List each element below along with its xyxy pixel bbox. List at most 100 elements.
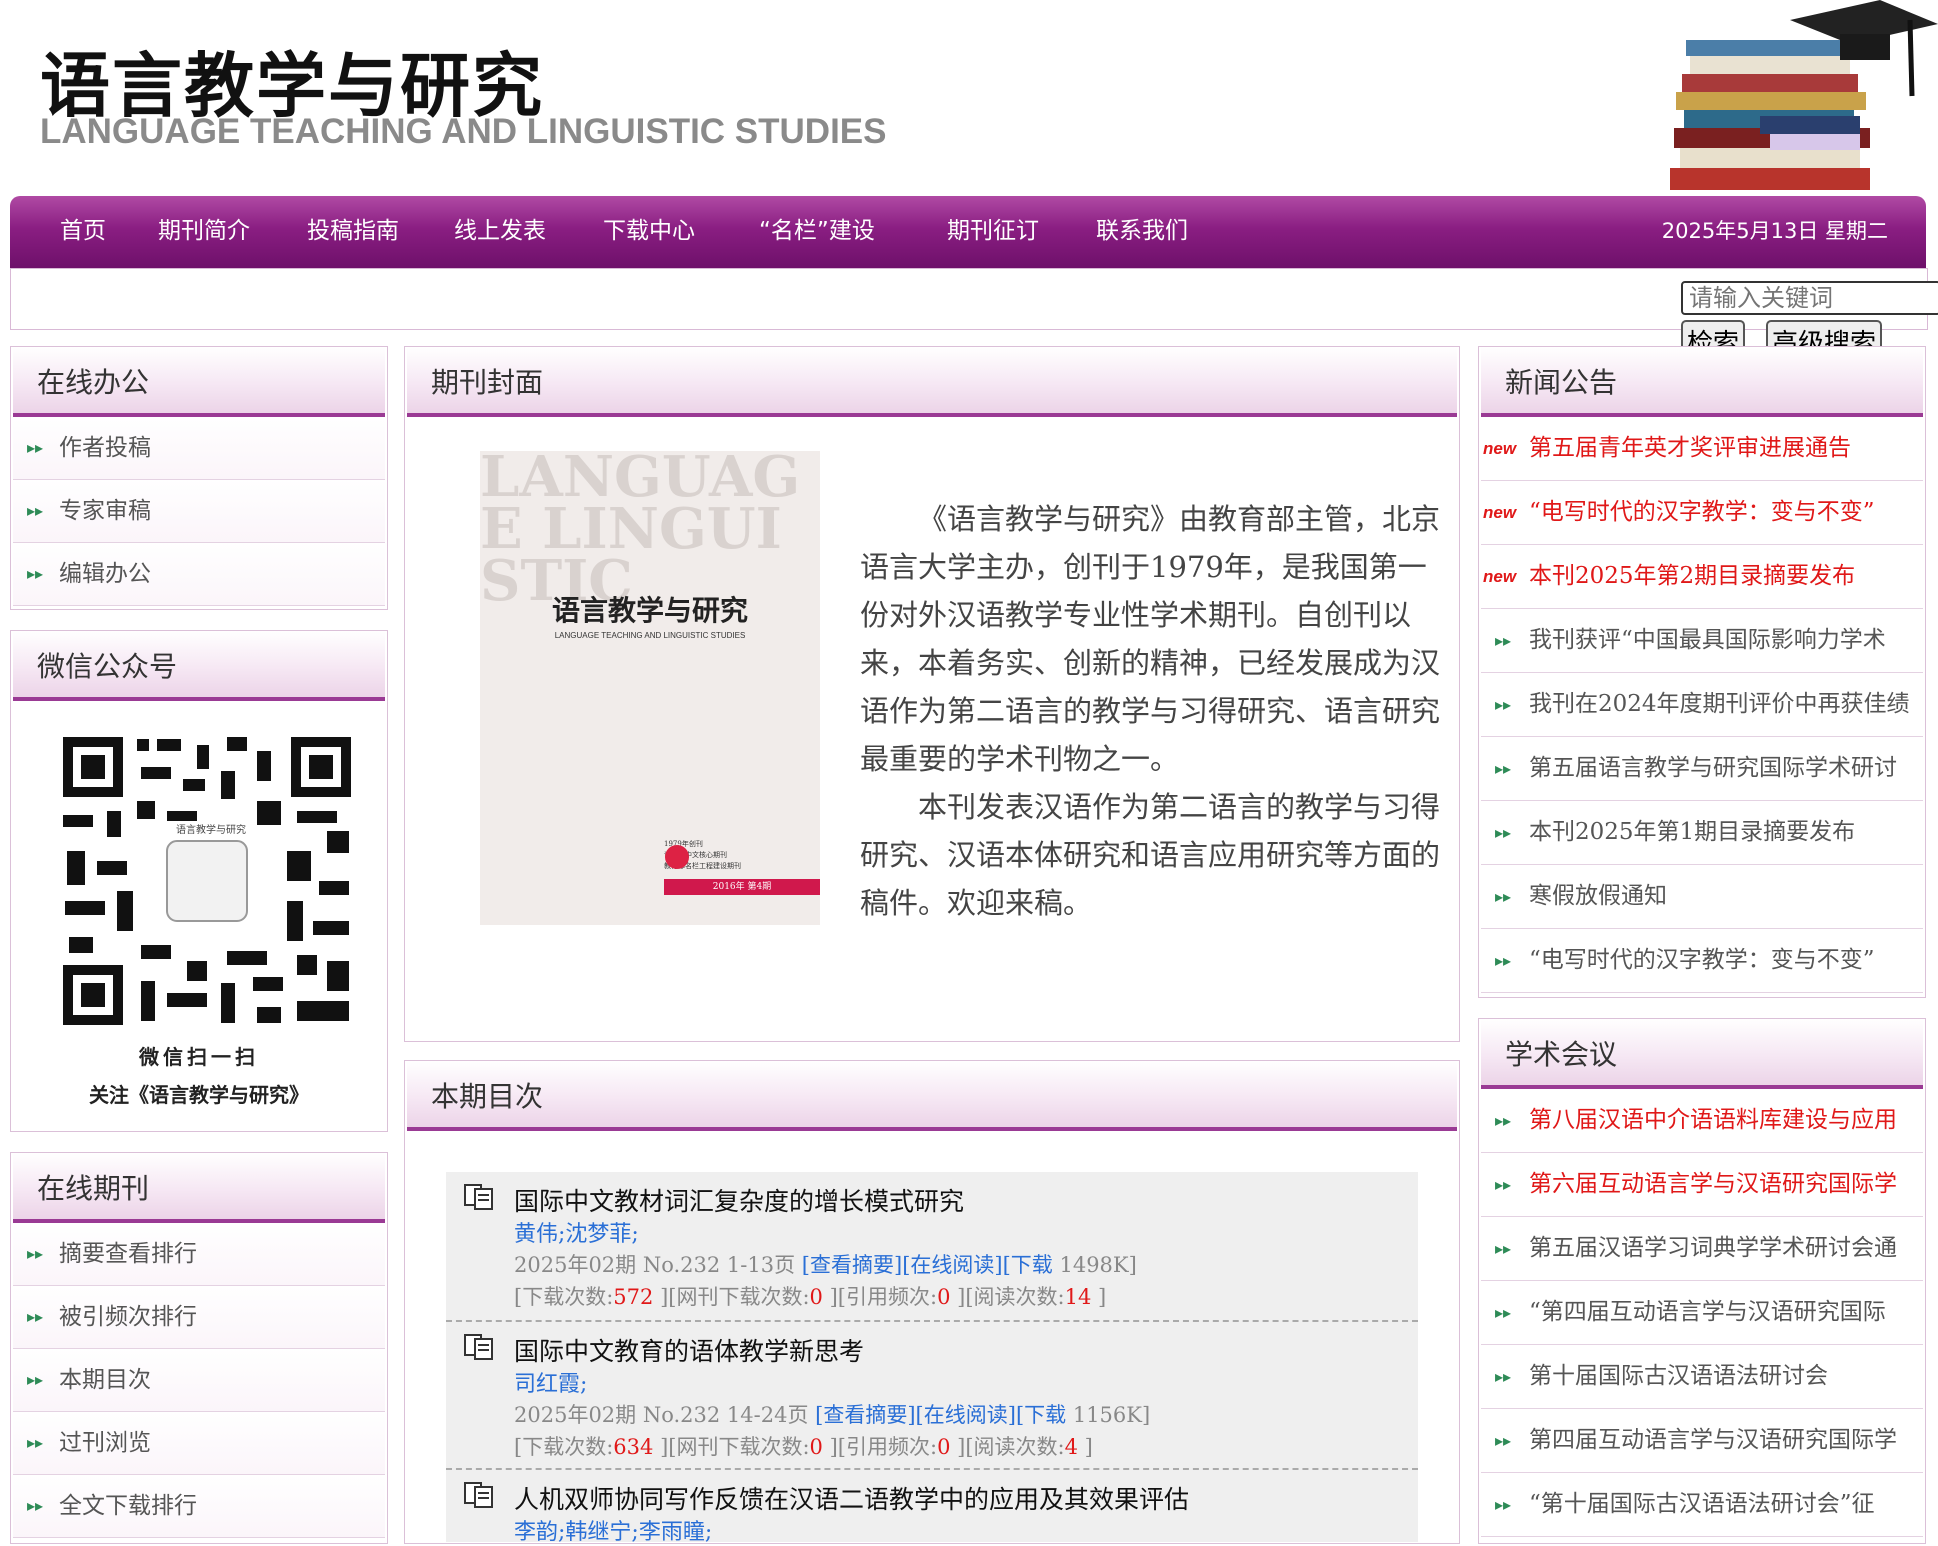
toc-entry: 国际中文教育的语体教学新思考 司红霞; 2025年02期 No.232 14-2… [446, 1322, 1418, 1470]
news-item-label: 第五届青年英才奖评审进展通告 [1529, 435, 1851, 461]
stat-label: ][阅读次数: [957, 1435, 1065, 1459]
editor-office-link[interactable]: ▸▸ 编辑办公 [13, 543, 385, 606]
double-arrow-icon: ▸▸ [27, 1307, 44, 1326]
toc-entry: 国际中文教材词汇复杂度的增长模式研究 黄伟;沈梦菲; 2025年02期 No.2… [446, 1172, 1418, 1322]
double-arrow-icon: ▸▸ [27, 1244, 44, 1263]
news-item-label: 本刊2025年第2期目录摘要发布 [1529, 563, 1856, 589]
wechat-panel: 微信公众号 语言教学与研究 微信扫一扫 关注《语言教学与研究》 [10, 630, 388, 1132]
nav-submission-guide[interactable]: 投稿指南 [307, 196, 399, 268]
journal-cover-panel: 期刊封面 LANGUAGE LINGUISTIC 语言教学与研究 LANGUAG… [404, 346, 1460, 1042]
nav-famous-column[interactable]: “名栏”建设 [759, 196, 875, 268]
conference-item-label: 第四届互动语言学与汉语研究国际学 [1529, 1427, 1897, 1453]
conference-panel: 学术会议 ▸▸ 第八届汉语中介语语料库建设与应用 ▸▸ 第六届互动语言学与汉语研究国… [1478, 1018, 1926, 1544]
read-online-link[interactable]: [在线阅读] [902, 1253, 1002, 1277]
nav-subscription[interactable]: 期刊征订 [947, 196, 1039, 268]
news-item[interactable]: ▸▸ 寒假放假通知 [1481, 865, 1923, 929]
stat-label: ][网刊下载次数: [660, 1285, 810, 1309]
stat-label: ][引用频次: [829, 1285, 938, 1309]
conference-item[interactable]: ▸▸ 第八届汉语中介语语料库建设与应用 [1481, 1089, 1923, 1153]
conference-item-label: 第八届汉语中介语语料库建设与应用 [1529, 1107, 1897, 1133]
new-badge: new [1483, 439, 1517, 458]
conference-item[interactable]: ▸▸ 第六届互动语言学与汉语研究国际学 [1481, 1153, 1923, 1217]
toc-entry: 人机双师协同写作反馈在汉语二语教学中的应用及其效果评估 李韵;韩继宁;李雨瞳; [446, 1470, 1418, 1545]
nav-contact[interactable]: 联系我们 [1096, 196, 1188, 268]
article-title[interactable]: 人机双师协同写作反馈在汉语二语教学中的应用及其效果评估 [514, 1480, 1189, 1516]
news-item-label: 我刊获评“中国最具国际影响力学术 [1529, 627, 1886, 653]
double-arrow-icon: ▸▸ [1495, 887, 1512, 906]
qr-center-label: 语言教学与研究 [176, 825, 246, 836]
current-issue-link[interactable]: ▸▸ 本期目次 [13, 1349, 385, 1412]
news-item[interactable]: new 第五届青年英才奖评审进展通告 [1481, 417, 1923, 481]
news-item-label: 第五届语言教学与研究国际学术研讨 [1529, 755, 1897, 781]
conference-item-label: “第十届国际古汉语语法研讨会”征 [1529, 1491, 1875, 1517]
toc-title: 本期目次 [407, 1061, 1457, 1131]
stat-label: ][网刊下载次数: [660, 1435, 810, 1459]
stat-label: ][引用频次: [829, 1435, 938, 1459]
conference-item[interactable]: ▸▸ 第十届国际古汉语语法研讨会 [1481, 1345, 1923, 1409]
new-badge: new [1483, 503, 1517, 522]
news-item[interactable]: new “电写时代的汉字教学：变与不变” [1481, 481, 1923, 545]
news-item[interactable]: ▸▸ 我刊获评“中国最具国际影响力学术 [1481, 609, 1923, 673]
nav-home[interactable]: 首页 [60, 196, 106, 268]
nav-online-publish[interactable]: 线上发表 [454, 196, 546, 268]
news-item[interactable]: ▸▸ “电写时代的汉字教学：变与不变” [1481, 929, 1923, 993]
article-stats: [下载次数:572 ][网刊下载次数:0 ][引用频次:0 ][阅读次数:14 … [514, 1281, 1106, 1311]
main-nav: 首页 期刊简介 投稿指南 线上发表 下载中心 “名栏”建设 期刊征订 联系我们 … [10, 196, 1926, 268]
conference-item[interactable]: ▸▸ 第五届汉语学习词典学学术研讨会通 [1481, 1217, 1923, 1281]
article-title[interactable]: 国际中文教材词汇复杂度的增长模式研究 [514, 1182, 964, 1218]
news-item[interactable]: ▸▸ 我刊在2024年度期刊评价中再获佳绩 [1481, 673, 1923, 737]
download-link[interactable]: [下载 [1016, 1403, 1066, 1427]
stat-label: ][阅读次数: [957, 1285, 1065, 1309]
article-authors[interactable]: 黄伟;沈梦菲; [514, 1216, 639, 1248]
expert-review-link[interactable]: ▸▸ 专家审稿 [13, 480, 385, 543]
current-date: 2025年5月13日 星期二 [1661, 219, 1888, 243]
download-link[interactable]: [下载 [1003, 1253, 1053, 1277]
conference-item-label: 第五届汉语学习词典学学术研讨会通 [1529, 1235, 1897, 1261]
download-count: 634 [613, 1435, 654, 1459]
view-abstract-link[interactable]: [查看摘要] [815, 1403, 915, 1427]
news-item[interactable]: ▸▸ 本刊2025年第1期目录摘要发布 [1481, 801, 1923, 865]
document-icon [464, 1482, 493, 1508]
double-arrow-icon: ▸▸ [27, 564, 44, 583]
side-item-label: 摘要查看排行 [59, 1241, 197, 1267]
double-arrow-icon: ▸▸ [1495, 1495, 1512, 1514]
download-ranking-link[interactable]: ▸▸ 全文下载排行 [13, 1475, 385, 1538]
read-online-link[interactable]: [在线阅读] [916, 1403, 1016, 1427]
document-icon [464, 1334, 493, 1360]
article-authors[interactable]: 李韵;韩继宁;李雨瞳; [514, 1514, 712, 1546]
stat-label: [下载次数: [514, 1435, 614, 1459]
search-input[interactable] [1681, 281, 1938, 315]
conference-item[interactable]: ▸▸ “第十届国际古汉语语法研讨会”征 [1481, 1473, 1923, 1537]
download-count: 572 [613, 1285, 654, 1309]
net-download-count: 0 [809, 1435, 823, 1459]
news-item-label: “电写时代的汉字教学：变与不变” [1529, 947, 1875, 973]
online-journal-panel: 在线期刊 ▸▸ 摘要查看排行 ▸▸ 被引频次排行 ▸▸ 本期目次 ▸▸ 过刊浏览 ▸▸ 全… [10, 1152, 388, 1544]
double-arrow-icon: ▸▸ [1495, 823, 1512, 842]
past-issues-link[interactable]: ▸▸ 过刊浏览 [13, 1412, 385, 1475]
article-issue: 2025年02期 No.232 1-13页 [514, 1253, 796, 1277]
double-arrow-icon: ▸▸ [27, 501, 44, 520]
article-issue: 2025年02期 No.232 14-24页 [514, 1403, 809, 1427]
nav-download-center[interactable]: 下载中心 [603, 196, 695, 268]
news-title: 新闻公告 [1481, 347, 1923, 417]
article-authors[interactable]: 司红霞; [514, 1366, 587, 1398]
news-item-label: “电写时代的汉字教学：变与不变” [1529, 499, 1875, 525]
article-title[interactable]: 国际中文教育的语体教学新思考 [514, 1332, 864, 1368]
wechat-title: 微信公众号 [13, 631, 385, 701]
news-item[interactable]: new 本刊2025年第2期目录摘要发布 [1481, 545, 1923, 609]
abstract-ranking-link[interactable]: ▸▸ 摘要查看排行 [13, 1223, 385, 1286]
double-arrow-icon: ▸▸ [1495, 1367, 1512, 1386]
news-item[interactable]: ▸▸ 第五届语言教学与研究国际学术研讨 [1481, 737, 1923, 801]
conference-item[interactable]: ▸▸ 第四届互动语言学与汉语研究国际学 [1481, 1409, 1923, 1473]
view-abstract-link[interactable]: [查看摘要] [802, 1253, 902, 1277]
conference-title: 学术会议 [1481, 1019, 1923, 1089]
conference-item[interactable]: ▸▸ “第四届互动语言学与汉语研究国际 [1481, 1281, 1923, 1345]
news-item-label: 寒假放假通知 [1529, 883, 1667, 909]
nav-journal-intro[interactable]: 期刊简介 [158, 196, 250, 268]
citation-ranking-link[interactable]: ▸▸ 被引频次排行 [13, 1286, 385, 1349]
wechat-qr-code-image [57, 731, 357, 1031]
author-submit-link[interactable]: ▸▸ 作者投稿 [13, 417, 385, 480]
read-count: 4 [1064, 1435, 1078, 1459]
double-arrow-icon: ▸▸ [1495, 1175, 1512, 1194]
net-download-count: 0 [809, 1285, 823, 1309]
